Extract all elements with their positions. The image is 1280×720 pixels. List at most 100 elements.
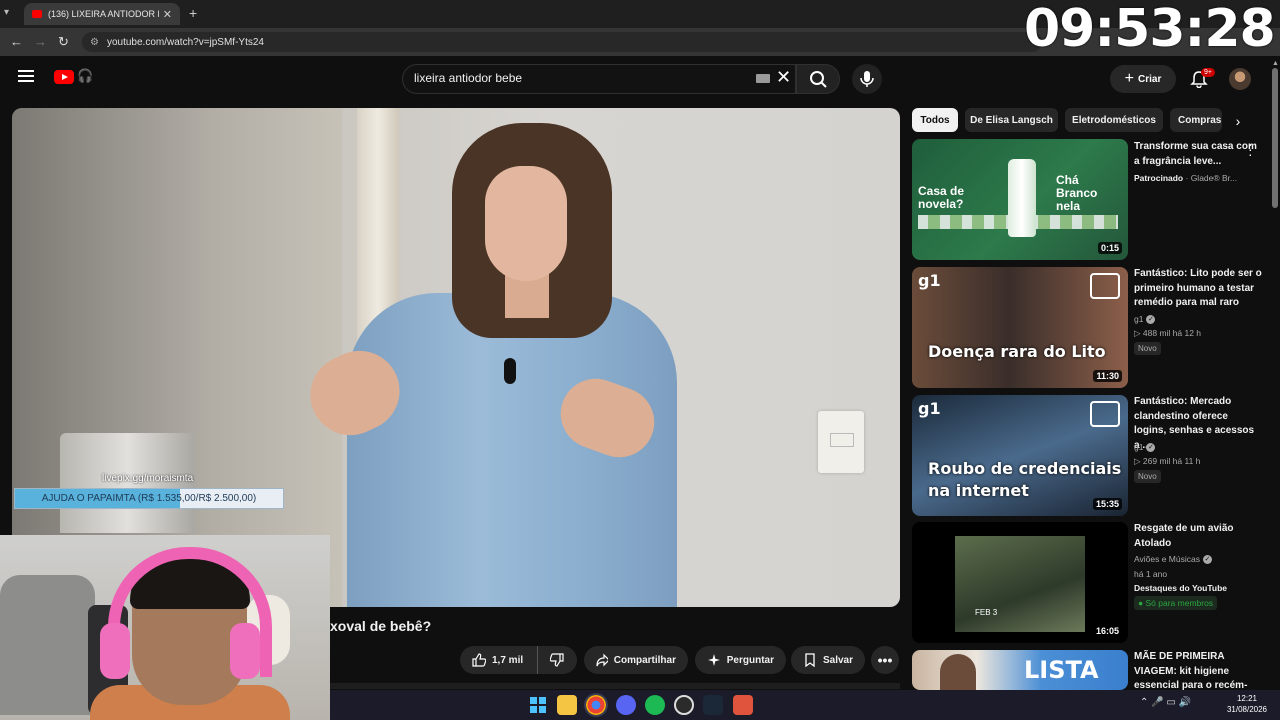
scroll-up-arrow-icon[interactable]: ▲	[1272, 60, 1279, 67]
game-app-icon[interactable]	[733, 695, 753, 715]
fantastico-logo-icon	[1090, 401, 1120, 427]
more-vertical-icon[interactable]: · · ·	[1248, 137, 1253, 161]
headset-ear-cup-left	[100, 623, 130, 679]
keyboard-icon[interactable]	[756, 74, 770, 83]
recommendation-thumbnail[interactable]: LISTA	[912, 650, 1128, 690]
thumbs-up-icon	[472, 653, 486, 667]
forward-icon[interactable]: →	[34, 34, 47, 49]
new-badge: Novo	[1134, 342, 1161, 355]
fantastico-logo-icon	[1090, 273, 1120, 299]
bookmark-icon	[805, 653, 815, 667]
recommendation-title[interactable]: Resgate de um avião Atolado	[1134, 522, 1262, 551]
taskbar-clock[interactable]: 12:21 31/08/2026	[1225, 693, 1269, 715]
thumbnail-text-left: Casa de novela?	[918, 184, 965, 211]
chevron-right-icon[interactable]: ›	[1226, 110, 1250, 132]
notification-count-badge: 9+	[1201, 68, 1215, 77]
windows-start-icon[interactable]	[528, 695, 548, 715]
search-icon	[810, 71, 827, 88]
menu-icon[interactable]	[18, 70, 34, 83]
back-icon[interactable]: ←	[10, 34, 23, 49]
youtube-doodle-icon[interactable]: 🎧	[77, 68, 93, 84]
microphone-icon	[860, 71, 874, 87]
scrollbar-thumb[interactable]	[1272, 68, 1278, 208]
search-button[interactable]	[796, 64, 840, 94]
share-button[interactable]: Compartilhar	[584, 646, 688, 674]
ask-button[interactable]: Perguntar	[695, 646, 786, 674]
video-duration: 0:15	[1097, 242, 1122, 254]
search-input[interactable]: lixeira antiodor bebe	[414, 71, 522, 85]
obs-icon[interactable]	[674, 695, 694, 715]
chip-shopping[interactable]: Compras	[1170, 108, 1222, 132]
presenter-face	[485, 166, 567, 281]
taskbar-date: 31/08/2026	[1226, 705, 1268, 714]
close-tab-icon[interactable]: ✕	[163, 8, 172, 21]
voice-search-button[interactable]	[852, 64, 882, 94]
more-actions-button[interactable]: •••	[871, 646, 899, 674]
create-button[interactable]: + Criar	[1110, 65, 1176, 93]
like-dislike-group: 1,7 mil	[460, 646, 577, 674]
thumbnail-caption: Doença rara do Lito	[928, 342, 1106, 361]
thumbnail-bottle	[1008, 159, 1036, 237]
description-box-edge	[330, 683, 900, 689]
video-duration: 11:30	[1093, 370, 1122, 382]
more-horizontal-icon: •••	[877, 652, 893, 668]
thumbnail-text-right: Chá Branco nela	[1056, 173, 1098, 213]
recommendation-thumbnail[interactable]: g1 Roubo de credenciais na internet 15:3…	[912, 395, 1128, 516]
video-stats: ▷ 488 mil há 12 h	[1134, 328, 1202, 338]
video-player[interactable]	[12, 108, 900, 607]
dislike-button[interactable]	[538, 646, 576, 674]
address-bar[interactable]: ⚙ youtube.com/watch?v=jpSMf-Yts24	[82, 32, 1042, 52]
g1-brand-text: g1	[918, 399, 941, 418]
clear-search-icon[interactable]: ✕	[776, 67, 791, 88]
new-tab-button[interactable]: +	[189, 5, 197, 21]
plus-icon: +	[1124, 70, 1134, 87]
browser-tab[interactable]: (136) LIXEIRA ANTIODOR DE R$ ✕	[24, 3, 180, 25]
recommendation-title[interactable]: Fantástico: Lito pode ser o primeiro hum…	[1134, 267, 1262, 311]
youtube-logo-icon[interactable]	[54, 70, 74, 84]
g1-brand-text: g1	[918, 271, 941, 290]
file-explorer-icon[interactable]	[557, 695, 577, 715]
video-age: há 1 ano	[1134, 569, 1168, 579]
recommendation-thumbnail[interactable]: g1 Doença rara do Lito 11:30	[912, 267, 1128, 388]
channel-name: Aviões e Músicas ✓	[1134, 554, 1212, 565]
page-scrollbar[interactable]	[1270, 56, 1280, 692]
chip-appliances[interactable]: Eletrodomésticos	[1065, 108, 1163, 132]
verified-icon: ✓	[1146, 315, 1156, 325]
thumbs-down-icon	[550, 653, 564, 667]
save-button[interactable]: Salvar	[791, 646, 865, 674]
steam-icon[interactable]	[703, 695, 723, 715]
chip-todos[interactable]: Todos	[912, 108, 958, 132]
streamer-webcam	[0, 535, 330, 720]
tab-title: (136) LIXEIRA ANTIODOR DE R$	[48, 9, 159, 19]
members-only-badge: ● Só para membros	[1134, 596, 1218, 610]
chip-channel[interactable]: De Elisa Langsch	[965, 108, 1058, 132]
headset-ear-cup-right	[230, 623, 260, 679]
like-button[interactable]: 1,7 mil	[460, 646, 538, 674]
sparkle-icon	[708, 654, 720, 666]
taskbar-time: 12:21	[1236, 694, 1258, 703]
video-duration: 15:35	[1092, 498, 1122, 510]
donation-goal-text: AJUDA O PAPAIMTA (R$ 1.535,00/R$ 2.500,0…	[41, 493, 257, 504]
footage-date-stamp: FEB 3	[975, 608, 998, 617]
new-badge: Novo	[1134, 470, 1161, 483]
like-count: 1,7 mil	[492, 654, 524, 666]
recommendation-title[interactable]: MÃE DE PRIMEIRA VIAGEM: kit higiene esse…	[1134, 650, 1262, 694]
system-tray-icons[interactable]: ⌃ 🎤 ▭ 🔊	[1140, 697, 1191, 708]
recommendation-thumbnail[interactable]: Casa de novela? Chá Branco nela 0:15	[912, 139, 1128, 260]
discord-icon[interactable]	[616, 695, 636, 715]
ask-label: Perguntar	[726, 654, 774, 666]
sponsored-label: Patrocinado	[1134, 173, 1184, 183]
reload-icon[interactable]: ↻	[58, 34, 69, 50]
recommendation-thumbnail[interactable]: FEB 3 16:05	[912, 522, 1128, 643]
spotify-icon[interactable]	[645, 695, 665, 715]
youtube-header: 🎧 lixeira antiodor bebe ✕ + Criar 9+	[0, 56, 1270, 100]
tab-list-icon[interactable]: ▾	[4, 7, 9, 18]
account-avatar[interactable]	[1229, 68, 1251, 90]
thumbnail-person	[940, 654, 976, 690]
verified-icon: ✓	[1202, 555, 1212, 565]
overlay-clock: 09:53:28	[1024, 0, 1276, 59]
video-duration: 16:05	[1092, 625, 1122, 637]
site-info-icon[interactable]: ⚙	[90, 37, 99, 48]
chrome-icon[interactable]	[584, 693, 608, 717]
recommendation-title[interactable]: Transforme sua casa com a fragrância lev…	[1134, 140, 1262, 169]
